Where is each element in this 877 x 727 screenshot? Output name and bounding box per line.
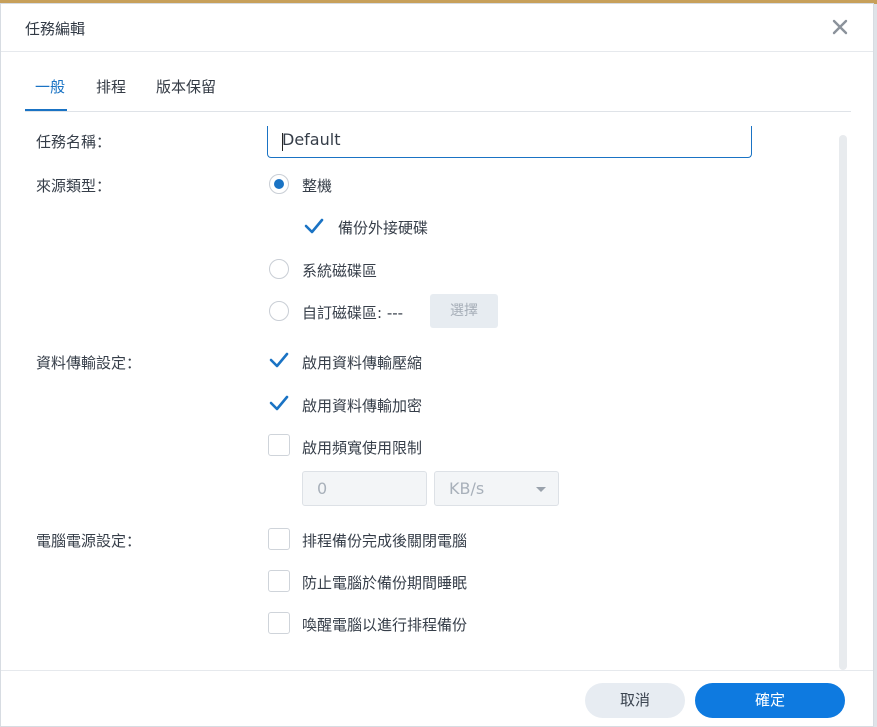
cancel-button[interactable]: 取消 bbox=[585, 683, 685, 718]
checkbox-encryption[interactable] bbox=[268, 392, 290, 414]
transfer-settings-label: 資料傳輸設定： bbox=[36, 354, 142, 372]
checkmark-icon bbox=[269, 395, 289, 411]
checkbox-wake[interactable] bbox=[268, 612, 290, 634]
source-type-label: 來源類型： bbox=[36, 177, 112, 195]
tab-bar: 一般 排程 版本保留 bbox=[25, 76, 851, 112]
scrollbar[interactable] bbox=[839, 135, 847, 670]
encryption-label: 啟用資料傳輸加密 bbox=[302, 397, 423, 415]
bandwidth-value-input[interactable]: 0 bbox=[302, 471, 427, 506]
checkbox-prevent-sleep[interactable] bbox=[268, 570, 290, 592]
chevron-down-icon bbox=[536, 487, 546, 492]
bandwidth-unit-select[interactable]: KB/s bbox=[434, 471, 559, 506]
radio-custom-volume[interactable] bbox=[269, 301, 289, 321]
checkmark-icon bbox=[269, 352, 289, 368]
tab-general[interactable]: 一般 bbox=[35, 76, 65, 97]
select-volume-button[interactable]: 選擇 bbox=[430, 294, 498, 328]
radio-whole-machine[interactable] bbox=[269, 174, 289, 194]
system-volume-label: 系統磁碟區 bbox=[302, 262, 378, 280]
power-settings-label: 電腦電源設定： bbox=[36, 532, 142, 550]
compression-label: 啟用資料傳輸壓縮 bbox=[302, 354, 423, 372]
title-divider bbox=[1, 51, 873, 52]
custom-volume-label: 自訂磁碟區: --- bbox=[302, 304, 404, 322]
task-name-label: 任務名稱： bbox=[36, 133, 112, 151]
radio-system-volume[interactable] bbox=[269, 259, 289, 279]
tab-schedule[interactable]: 排程 bbox=[96, 76, 126, 97]
text-caret bbox=[282, 133, 283, 151]
prevent-sleep-label: 防止電腦於備份期間睡眠 bbox=[302, 574, 468, 592]
external-disk-label: 備份外接硬碟 bbox=[338, 219, 429, 237]
task-edit-dialog: 任務編輯 一般 排程 版本保留 任務名稱： Default 來源類型： 整機 備… bbox=[0, 3, 874, 727]
checkmark-icon bbox=[304, 218, 324, 234]
close-icon[interactable] bbox=[830, 17, 850, 37]
wake-label: 喚醒電腦以進行排程備份 bbox=[302, 616, 468, 634]
bandwidth-limit-label: 啟用頻寬使用限制 bbox=[302, 439, 423, 457]
checkbox-shutdown[interactable] bbox=[268, 528, 290, 550]
whole-machine-label: 整機 bbox=[302, 177, 333, 195]
tabs-divider bbox=[25, 111, 851, 112]
dialog-title: 任務編輯 bbox=[25, 20, 86, 38]
checkbox-external-disk[interactable] bbox=[303, 215, 325, 237]
tab-version-retention[interactable]: 版本保留 bbox=[156, 76, 216, 97]
checkbox-bandwidth-limit[interactable] bbox=[268, 434, 290, 456]
checkbox-compression[interactable] bbox=[268, 349, 290, 371]
ok-button[interactable]: 確定 bbox=[695, 683, 845, 718]
footer-divider bbox=[1, 670, 873, 671]
task-name-input[interactable]: Default bbox=[267, 126, 752, 158]
bandwidth-unit-value: KB/s bbox=[449, 479, 485, 498]
shutdown-label: 排程備份完成後關閉電腦 bbox=[302, 532, 468, 550]
